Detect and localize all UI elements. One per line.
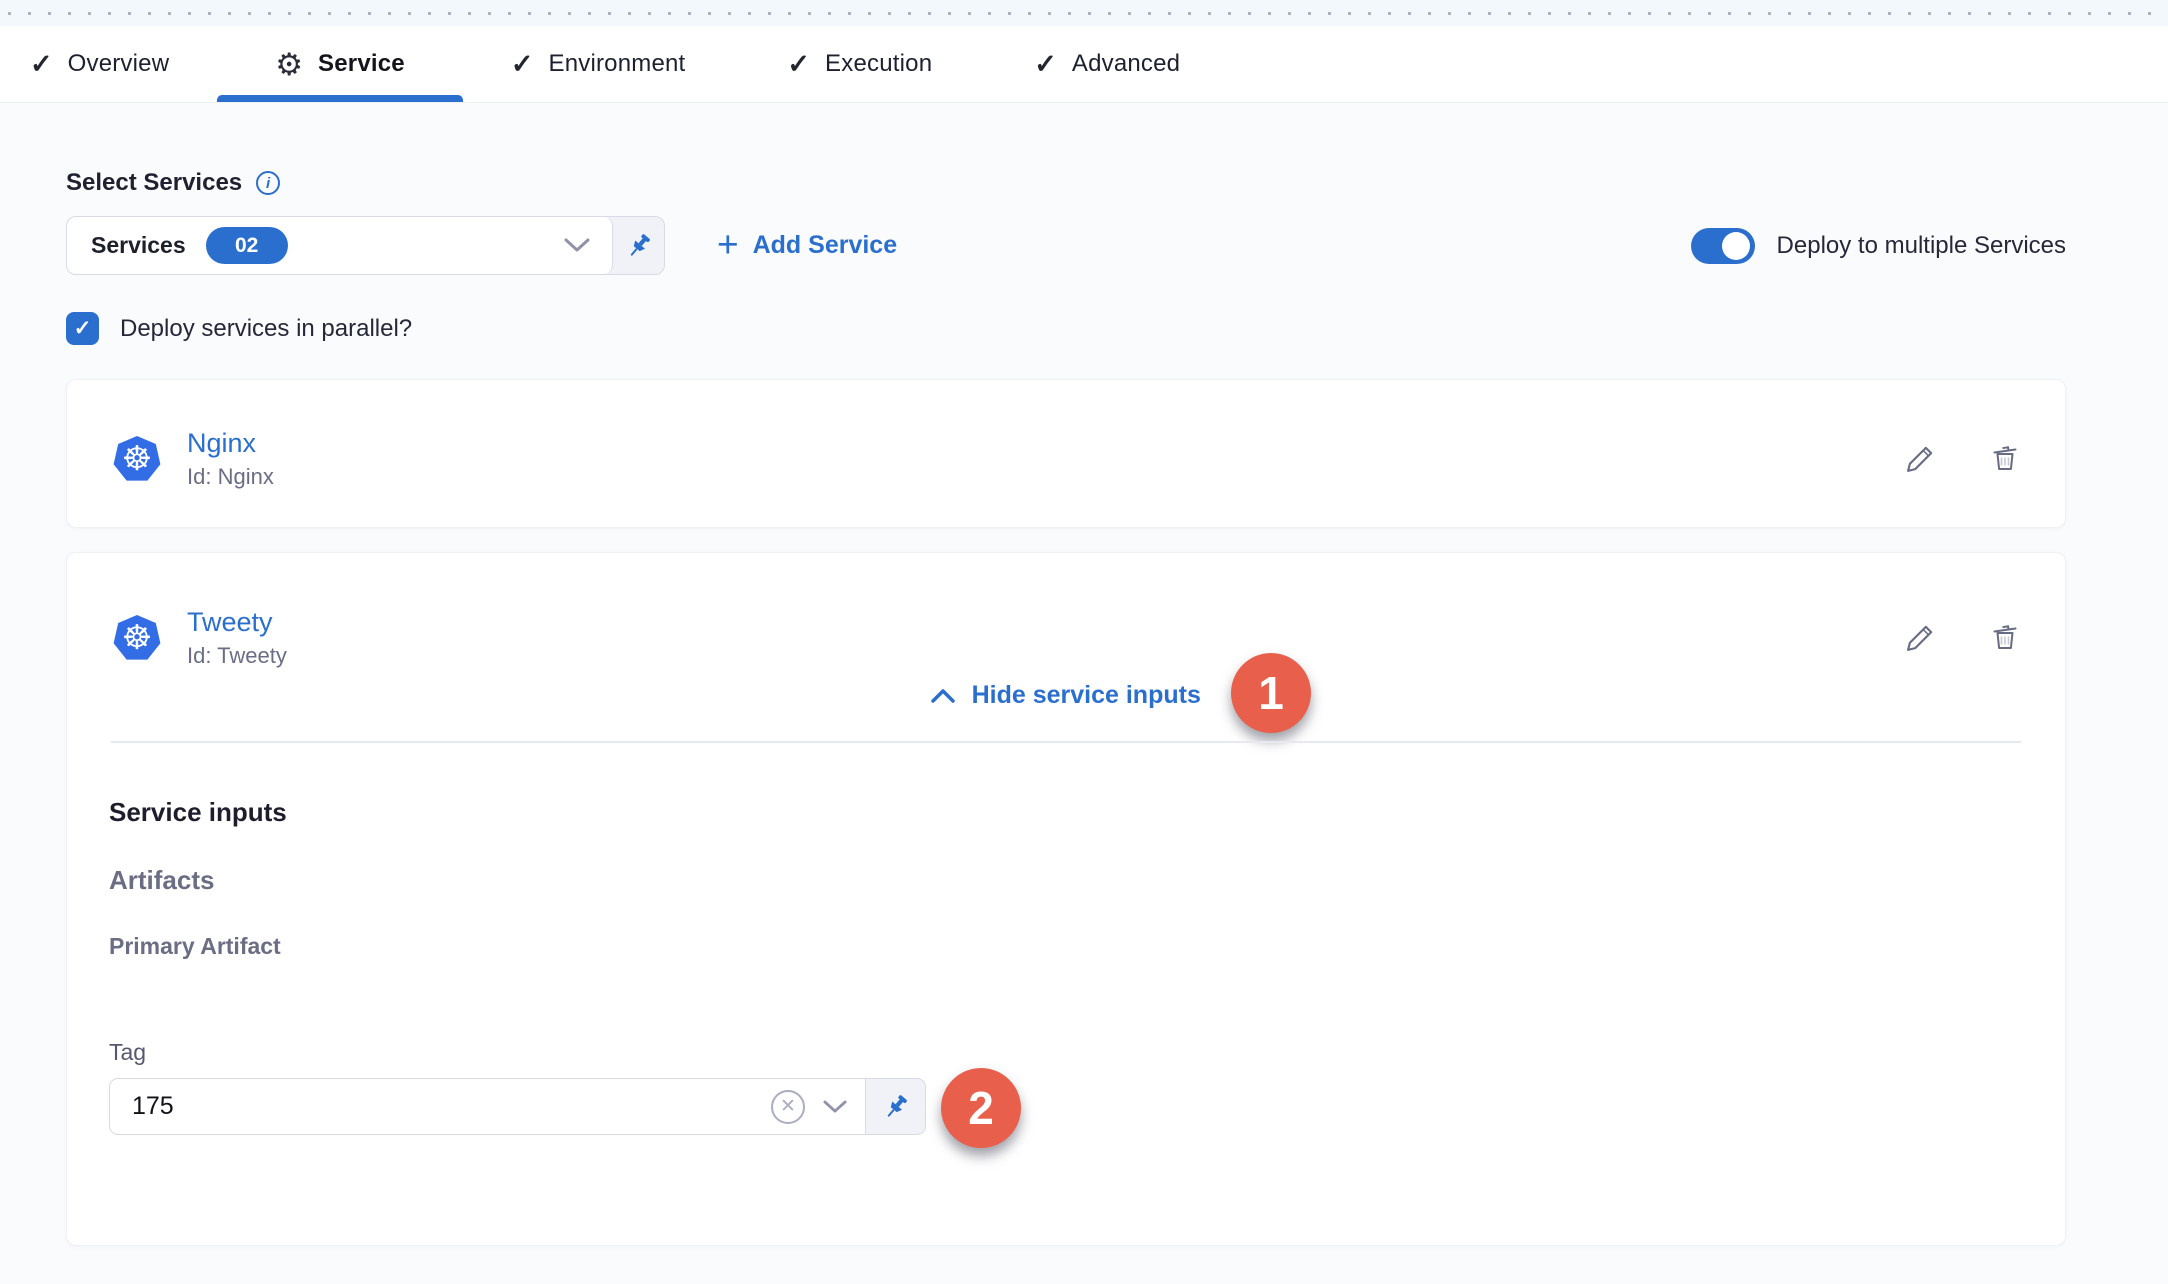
annotation-badge-2: 2 (941, 1068, 1021, 1148)
tab-environment-label: Environment (548, 50, 685, 78)
services-dropdown-field[interactable]: Services 02 (67, 217, 613, 274)
parallel-checkbox-label: Deploy services in parallel? (120, 315, 412, 343)
stage-tabbar: ✓ Overview ⚙ Service ✓ Environment ✓ Exe… (0, 26, 2168, 103)
primary-artifact-heading: Primary Artifact (109, 933, 281, 960)
plus-icon: + (717, 226, 739, 263)
services-count-badge: 02 (206, 227, 288, 264)
helm-wheel-glyph: ☸ (113, 437, 161, 481)
service-tab-content: Select Services i Services 02 (0, 103, 2168, 1284)
kubernetes-icon: ☸ (113, 436, 161, 482)
service-id-text: Id: Tweety (187, 643, 287, 669)
active-tab-underline (217, 95, 463, 102)
deploy-multiple-toggle-row: Deploy to multiple Services (1691, 228, 2066, 264)
kubernetes-icon: ☸ (113, 615, 161, 661)
trash-icon (1989, 621, 2021, 655)
artifacts-heading: Artifacts (109, 865, 214, 896)
services-controls-row: Services 02 + Add (66, 216, 2066, 275)
check-icon: ✓ (511, 49, 534, 80)
tab-execution-label: Execution (825, 50, 932, 78)
tag-input-row: ✕ (109, 1078, 926, 1135)
card-actions (1903, 442, 2021, 476)
add-service-button[interactable]: + Add Service (717, 229, 897, 263)
helm-wheel-glyph: ☸ (113, 616, 161, 660)
hide-service-inputs-link[interactable]: Hide service inputs (67, 681, 2065, 710)
check-icon: ✓ (30, 49, 53, 80)
card-actions (1903, 621, 2021, 655)
checkmark-icon: ✓ (74, 316, 92, 341)
clear-icon[interactable]: ✕ (771, 1090, 805, 1124)
parallel-checkbox-row: ✓ Deploy services in parallel? (66, 312, 412, 345)
tab-service-label: Service (318, 50, 405, 78)
tab-advanced[interactable]: ✓ Advanced (1034, 26, 1180, 102)
pipeline-canvas-strip (0, 0, 2168, 26)
delete-service-button[interactable] (1989, 442, 2021, 476)
edit-service-button[interactable] (1903, 621, 1937, 655)
edit-service-button[interactable] (1903, 442, 1937, 476)
tweety-card-header: ☸ Tweety Id: Tweety (113, 607, 2021, 669)
chevron-down-icon[interactable] (823, 1100, 847, 1114)
tag-input[interactable] (132, 1092, 771, 1121)
divider (111, 741, 2021, 743)
chevron-down-icon (564, 238, 590, 253)
delete-service-button[interactable] (1989, 621, 2021, 655)
tab-execution[interactable]: ✓ Execution (787, 26, 932, 102)
pin-tag-button[interactable] (866, 1078, 926, 1135)
tab-overview-label: Overview (68, 50, 170, 78)
tag-label: Tag (109, 1039, 146, 1066)
tab-advanced-label: Advanced (1072, 50, 1180, 78)
check-icon: ✓ (787, 49, 810, 80)
deploy-multiple-toggle[interactable] (1691, 228, 1755, 264)
select-services-row: Select Services i (66, 169, 280, 197)
service-card-nginx: ☸ Nginx Id: Nginx (66, 379, 2066, 528)
pin-services-button[interactable] (613, 217, 664, 274)
service-text-block: Nginx Id: Nginx (187, 428, 274, 490)
toggle-knob (1722, 232, 1750, 260)
add-service-label: Add Service (753, 231, 898, 260)
annotation-badge-1: 1 (1231, 653, 1311, 733)
parallel-checkbox[interactable]: ✓ (66, 312, 99, 345)
tab-environment[interactable]: ✓ Environment (511, 26, 686, 102)
deploy-multiple-label: Deploy to multiple Services (1777, 232, 2066, 260)
service-name-link[interactable]: Tweety (187, 607, 287, 638)
service-card-tweety: ☸ Tweety Id: Tweety (66, 552, 2066, 1246)
hide-service-inputs-label: Hide service inputs (972, 681, 1201, 710)
chevron-up-icon (931, 688, 955, 703)
pencil-icon (1903, 621, 1937, 655)
services-dropdown[interactable]: Services 02 (66, 216, 665, 275)
service-inputs-heading: Service inputs (109, 797, 287, 828)
pin-icon (882, 1093, 910, 1121)
service-id-text: Id: Nginx (187, 464, 274, 490)
service-name-link[interactable]: Nginx (187, 428, 274, 459)
services-dropdown-value: Services (91, 232, 186, 259)
tab-overview[interactable]: ✓ Overview (30, 26, 169, 102)
tag-field: ✕ (109, 1078, 866, 1135)
gear-icon: ⚙ (275, 49, 303, 80)
info-icon[interactable]: i (256, 171, 280, 195)
pencil-icon (1903, 442, 1937, 476)
select-services-label: Select Services (66, 169, 242, 197)
trash-icon (1989, 442, 2021, 476)
check-icon: ✓ (1034, 49, 1057, 80)
tab-service[interactable]: ⚙ Service (271, 26, 409, 102)
pin-icon (625, 232, 653, 260)
service-text-block: Tweety Id: Tweety (187, 607, 287, 669)
